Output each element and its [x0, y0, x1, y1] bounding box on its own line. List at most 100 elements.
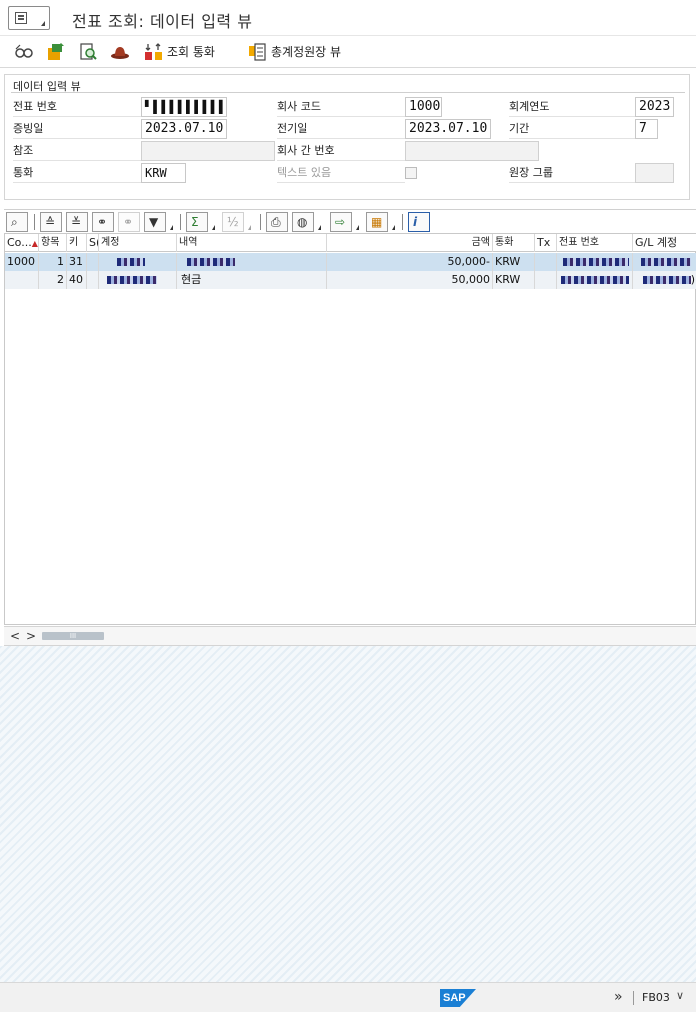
expand-status-icon[interactable]: » — [614, 989, 623, 1005]
ledger-icon[interactable] — [248, 42, 268, 62]
text-exists-checkbox[interactable] — [405, 167, 417, 179]
ledger-group-label: 원장 그룹 — [509, 163, 635, 183]
find-next-button[interactable]: ⚭ — [118, 212, 140, 232]
total-button[interactable]: Σ — [186, 212, 215, 232]
doc-date-label: 증빙일 — [13, 119, 141, 139]
find-button[interactable]: ⚭ — [92, 212, 114, 232]
sort-ascending-icon: ≙ — [45, 215, 56, 229]
menu-button[interactable] — [8, 6, 50, 30]
print-button[interactable]: ⎙ — [266, 212, 288, 232]
text-exists-label: 텍스트 있음 — [277, 163, 405, 183]
chevron-down-icon[interactable]: ∨ — [676, 989, 684, 1002]
dropdown-caret-icon — [392, 225, 395, 230]
horizontal-scrollbar[interactable]: < > III — [4, 626, 696, 646]
cell-gl-suffix: ) — [690, 273, 695, 286]
separator — [34, 214, 35, 230]
cell-item: 1 — [39, 253, 67, 271]
column-header-currency[interactable]: 통화 — [493, 234, 535, 252]
transaction-code: FB03 — [642, 991, 670, 1004]
period-field[interactable]: 7 — [635, 119, 658, 139]
currency-icon[interactable] — [144, 42, 164, 62]
redacted-block — [187, 258, 235, 266]
cell-amount: 50,000 — [327, 271, 493, 289]
filter-button[interactable]: ▼ — [144, 212, 173, 232]
intercompany-field[interactable] — [405, 141, 539, 161]
cell-description: 현금 — [177, 271, 327, 289]
fiscal-year-field[interactable]: 2023 — [635, 97, 674, 117]
cell-description-redacted — [177, 253, 327, 271]
cell-tax — [535, 271, 557, 289]
redacted-block — [561, 276, 629, 284]
currency-label: 통화 — [13, 163, 141, 183]
redacted-block — [107, 276, 157, 284]
change-icon[interactable] — [46, 42, 66, 62]
table-row[interactable]: 1000 1 31 50,000- KRW — [5, 253, 696, 271]
divider — [633, 991, 634, 1005]
general-ledger-view-button[interactable]: 총계정원장 뷰 — [271, 43, 341, 60]
divider — [11, 92, 685, 93]
column-header-tax[interactable]: Tx — [535, 234, 557, 252]
table-row[interactable]: 2 40 현금 50,000 KRW ) — [5, 271, 696, 289]
dropdown-caret-icon — [318, 225, 321, 230]
reference-label: 참조 — [13, 141, 141, 161]
column-header-key[interactable]: 키 — [67, 234, 87, 252]
title-bar: 전표 조회: 데이터 입력 뷰 — [0, 0, 696, 36]
posting-date-field[interactable]: 2023.07.10 — [405, 119, 491, 139]
scroll-right-button[interactable]: > — [26, 629, 36, 643]
layout-icon: ▦ — [371, 215, 383, 229]
dropdown-caret-icon — [248, 225, 251, 230]
binoculars-icon: ⚭ — [97, 215, 108, 229]
display-document-icon[interactable] — [78, 42, 98, 62]
column-header-company[interactable]: Co...▲ — [5, 234, 39, 252]
menu-icon — [15, 12, 27, 24]
fiscal-year-label: 회계연도 — [509, 97, 635, 117]
scroll-thumb[interactable]: III — [42, 632, 104, 640]
column-header-item[interactable]: 항목 — [39, 234, 67, 252]
column-header-doc-number[interactable]: 전표 번호 — [557, 234, 633, 252]
info-button[interactable]: i — [408, 212, 430, 232]
doc-number-field[interactable]: ▘▌▌▌▌▌▌▌▌▌ — [141, 97, 227, 117]
page-title: 전표 조회: 데이터 입력 뷰 — [72, 12, 253, 31]
sap-logo: SAP — [440, 989, 476, 1007]
doc-date-field[interactable]: 2023.07.10 — [141, 119, 227, 139]
period-label: 기간 — [509, 119, 635, 139]
cell-currency: KRW — [493, 253, 535, 271]
column-header-amount[interactable]: 금액 — [327, 234, 493, 252]
display-currency-button[interactable]: 조회 통화 — [167, 43, 215, 60]
details-button[interactable]: ⌕ — [6, 212, 28, 232]
dropdown-caret-icon — [170, 225, 173, 230]
cell-special-gl — [87, 253, 99, 271]
scroll-left-button[interactable]: < — [10, 629, 20, 643]
layout-button[interactable]: ▦ — [366, 212, 395, 232]
dropdown-caret-icon — [41, 21, 45, 26]
sort-up-icon: ▲ — [31, 239, 38, 248]
cell-amount: 50,000- — [327, 253, 493, 271]
company-code-field[interactable]: 1000 — [405, 97, 442, 117]
hat-icon[interactable] — [110, 42, 130, 62]
filter-icon: ▼ — [149, 215, 159, 229]
column-header-special-gl[interactable]: S( — [87, 234, 99, 252]
status-bar: SAP » FB03 ∨ — [0, 982, 696, 1012]
ledger-group-field[interactable] — [635, 163, 674, 183]
column-header-gl-account[interactable]: G/L 계정 — [633, 234, 696, 252]
sum-icon: Σ — [191, 215, 199, 229]
info-icon: i — [413, 215, 418, 229]
export-button[interactable]: ⇨ — [330, 212, 359, 232]
doc-number-label: 전표 번호 — [13, 97, 141, 117]
cell-gl-account: ) — [633, 271, 696, 289]
column-header-account[interactable]: 계정 — [99, 234, 177, 252]
application-toolbar: 조회 통화 총계정원장 뷰 — [0, 36, 696, 68]
column-header-description[interactable]: 내역 — [177, 234, 327, 252]
glasses-icon[interactable] — [14, 42, 34, 62]
grid-toolbar: ⌕ ≙ ≚ ⚭ ⚭ ▼ Σ ½ ⎙ ◍ ⇨ ▦ i — [4, 209, 696, 233]
sort-ascending-button[interactable]: ≙ — [40, 212, 62, 232]
currency-field[interactable]: KRW — [141, 163, 186, 183]
subtotal-button[interactable]: ½ — [222, 212, 251, 232]
views-icon: ◍ — [297, 215, 308, 229]
cell-item: 2 — [39, 271, 67, 289]
document-header-panel: 데이터 입력 뷰 전표 번호 ▘▌▌▌▌▌▌▌▌▌ 회사 코드 1000 회계연… — [4, 74, 690, 200]
printer-icon: ⎙ — [271, 215, 281, 229]
reference-field[interactable] — [141, 141, 275, 161]
views-button[interactable]: ◍ — [292, 212, 321, 232]
sort-descending-button[interactable]: ≚ — [66, 212, 88, 232]
